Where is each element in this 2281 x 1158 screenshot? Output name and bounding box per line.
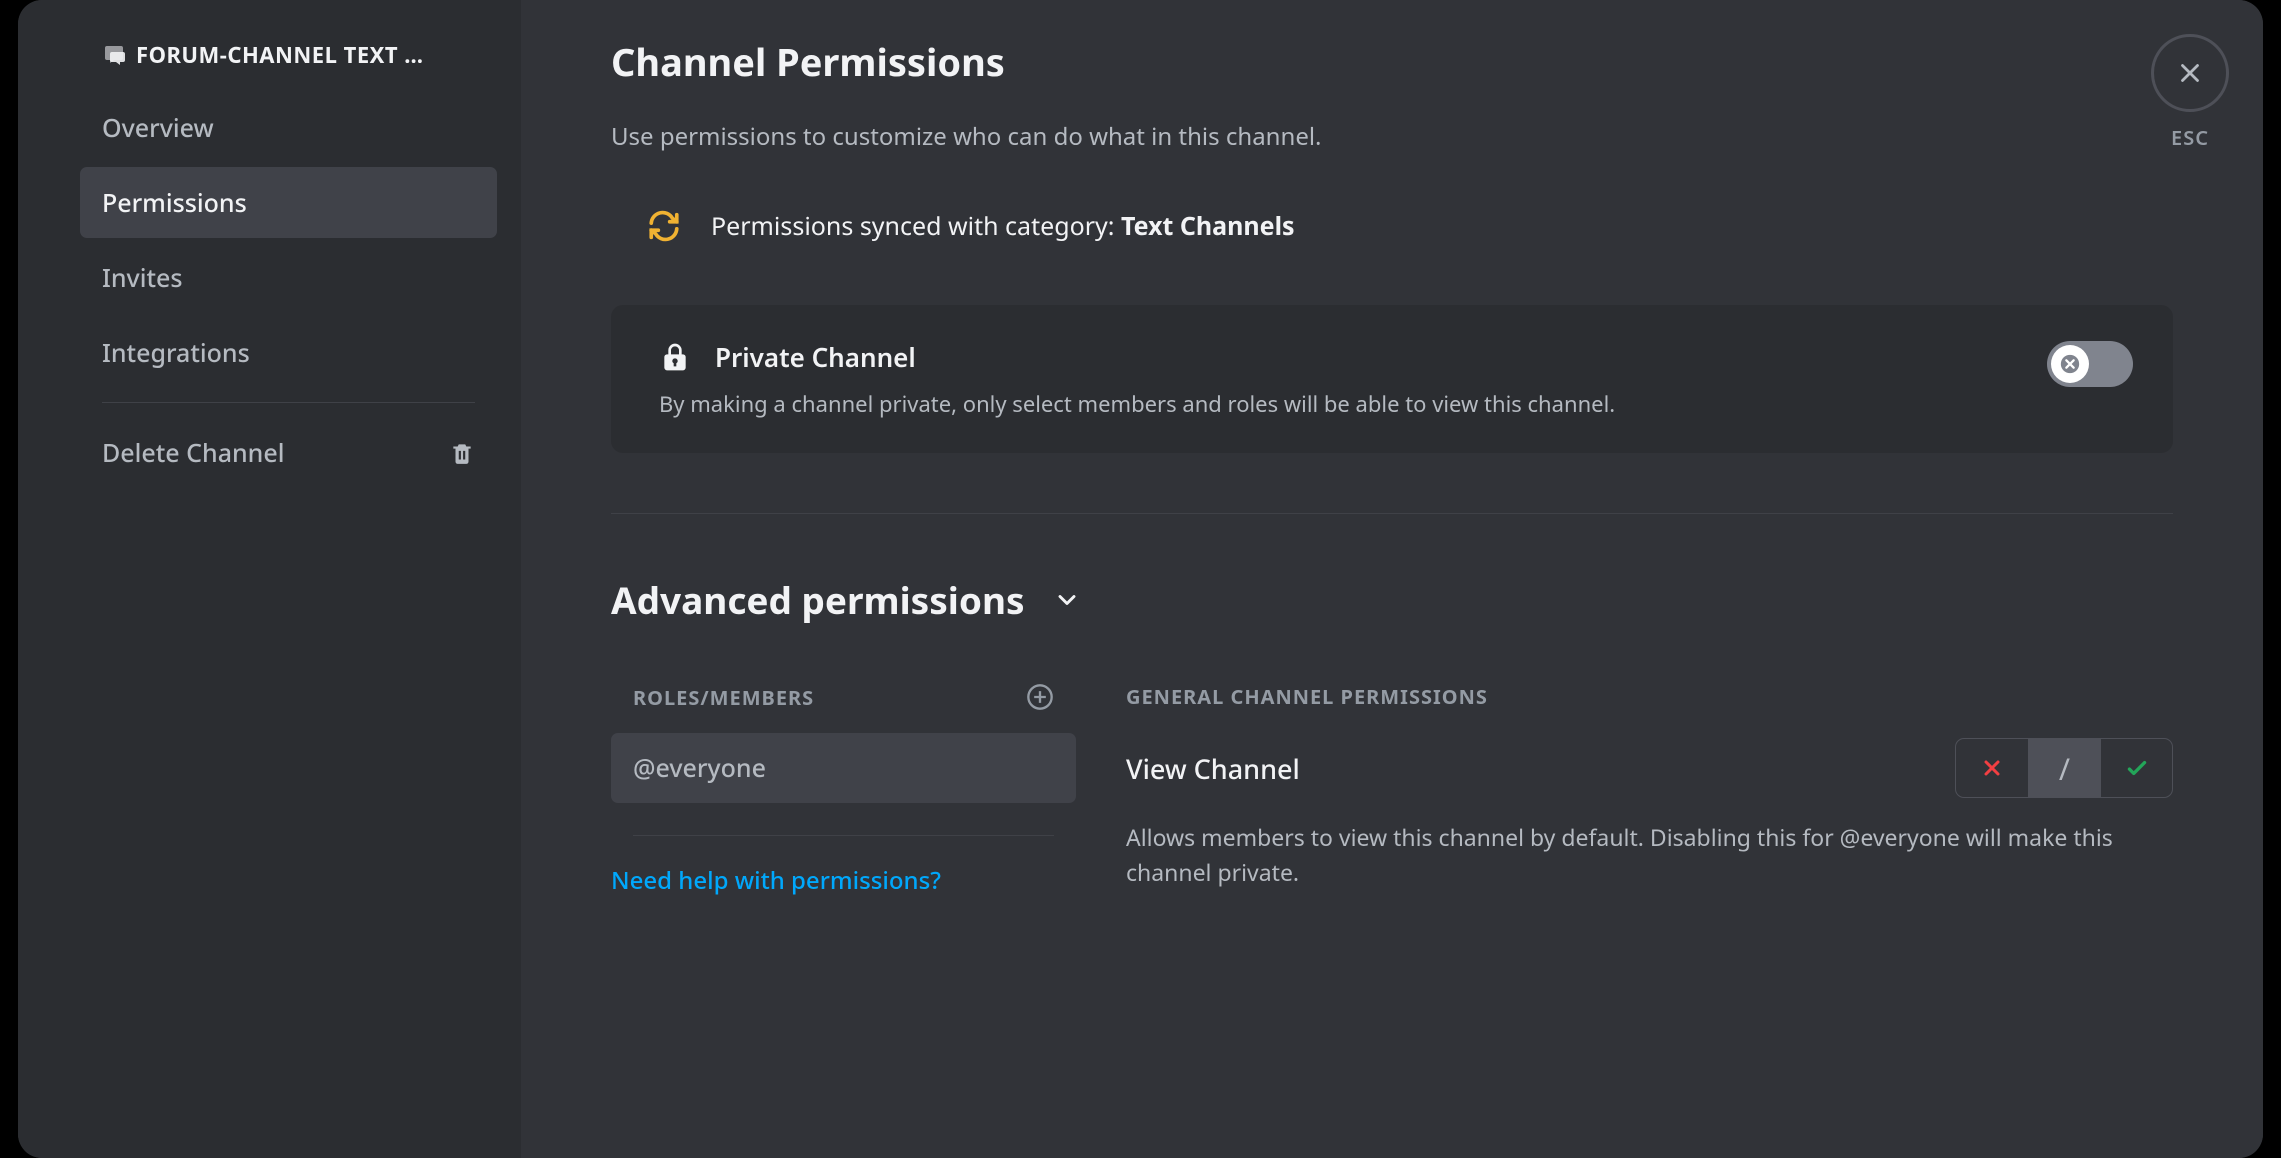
sync-icon	[647, 209, 681, 243]
sidebar-item-permissions[interactable]: Permissions	[80, 167, 497, 238]
sidebar-item-label: Integrations	[102, 336, 250, 370]
plus-circle-icon	[1026, 683, 1054, 711]
settings-window: FORUM-CHANNEL TEXT … Overview Permission…	[18, 0, 2263, 1158]
private-channel-toggle[interactable]	[2047, 341, 2133, 387]
permission-neutral-button[interactable]: /	[2028, 739, 2100, 797]
sidebar-header: FORUM-CHANNEL TEXT …	[80, 40, 497, 70]
sidebar-delete-label: Delete Channel	[102, 436, 284, 470]
permissions-column: GENERAL CHANNEL PERMISSIONS View Channel	[1126, 683, 2173, 897]
permission-name: View Channel	[1126, 750, 1300, 787]
close-icon	[2175, 58, 2205, 88]
role-item-label: @everyone	[633, 751, 766, 785]
page-subtitle: Use permissions to customize who can do …	[611, 120, 2173, 153]
sidebar-item-label: Permissions	[102, 186, 247, 220]
sidebar-item-invites[interactable]: Invites	[80, 242, 497, 313]
esc-label: ESC	[2171, 124, 2209, 151]
permissions-help-link[interactable]: Need help with permissions?	[611, 864, 1076, 897]
sidebar-divider	[102, 402, 475, 403]
sync-category: Text Channels	[1121, 209, 1295, 243]
permission-desc: Allows members to view this channel by d…	[1126, 820, 2173, 889]
toggle-thumb	[2051, 345, 2089, 383]
section-divider	[611, 513, 2173, 514]
permission-allow-button[interactable]	[2100, 739, 2172, 797]
forum-channel-icon	[102, 43, 126, 67]
roles-header-row: ROLES/MEMBERS	[611, 683, 1076, 711]
role-item-everyone[interactable]: @everyone	[611, 733, 1076, 803]
sidebar-item-overview[interactable]: Overview	[80, 92, 497, 163]
advanced-two-col: ROLES/MEMBERS @everyone Need help	[611, 683, 2173, 897]
trash-icon	[449, 440, 475, 466]
sidebar-delete-channel[interactable]: Delete Channel	[80, 417, 497, 488]
advanced-permissions-title: Advanced permissions	[611, 574, 1025, 625]
check-icon	[2124, 755, 2150, 781]
x-icon	[1980, 756, 2004, 780]
permission-tri-toggle: /	[1955, 738, 2173, 798]
add-role-button[interactable]	[1026, 683, 1054, 711]
sidebar-item-integrations[interactable]: Integrations	[80, 317, 497, 388]
roles-column: ROLES/MEMBERS @everyone Need help	[611, 683, 1076, 897]
private-channel-title: Private Channel	[715, 339, 916, 375]
lock-icon	[659, 341, 691, 373]
general-permissions-label: GENERAL CHANNEL PERMISSIONS	[1126, 683, 2173, 710]
sidebar-header-label: FORUM-CHANNEL TEXT …	[136, 40, 424, 70]
private-channel-desc: By making a channel private, only select…	[659, 389, 1615, 419]
sync-prefix: Permissions synced with category:	[711, 209, 1121, 243]
private-channel-title-row: Private Channel	[659, 339, 1615, 375]
private-channel-card: Private Channel By making a channel priv…	[611, 305, 2173, 453]
roles-divider	[633, 835, 1054, 836]
permission-deny-button[interactable]	[1956, 739, 2028, 797]
advanced-permissions-header[interactable]: Advanced permissions	[611, 574, 2173, 625]
toggle-off-icon	[2059, 353, 2081, 375]
permissions-sync-row: Permissions synced with category: Text C…	[611, 209, 2173, 243]
permission-row-view-channel: View Channel /	[1126, 738, 2173, 798]
sync-text: Permissions synced with category: Text C…	[711, 209, 1295, 243]
close-button[interactable]	[2151, 34, 2229, 112]
sidebar-item-label: Invites	[102, 261, 183, 295]
slash-icon: /	[2059, 748, 2070, 789]
chevron-down-icon	[1053, 586, 1081, 614]
roles-members-label: ROLES/MEMBERS	[633, 684, 814, 711]
settings-sidebar: FORUM-CHANNEL TEXT … Overview Permission…	[18, 0, 521, 1158]
card-left: Private Channel By making a channel priv…	[659, 339, 1615, 419]
sidebar-item-label: Overview	[102, 111, 214, 145]
settings-main: ESC Channel Permissions Use permissions …	[521, 0, 2263, 1158]
page-title: Channel Permissions	[611, 36, 2173, 88]
close-stack: ESC	[2151, 34, 2229, 151]
